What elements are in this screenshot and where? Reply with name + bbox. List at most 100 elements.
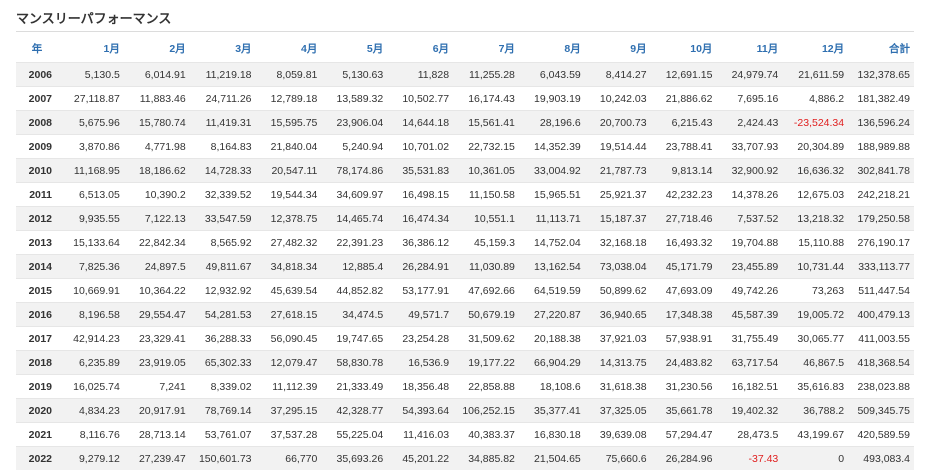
month-value-cell: 28,473.5: [716, 423, 782, 447]
month-value-cell: 31,755.49: [716, 327, 782, 351]
table-row: 201916,025.747,2418,339.0211,112.3921,33…: [16, 375, 914, 399]
month-value-cell: 15,187.37: [585, 207, 651, 231]
month-value-cell: 11,112.39: [256, 375, 322, 399]
month-value-cell: 36,788.2: [782, 399, 848, 423]
row-year-cell: 2006: [16, 63, 58, 87]
month-value-cell: 20,304.89: [782, 135, 848, 159]
row-total-cell: 511,447.54: [848, 279, 914, 303]
month-value-cell: 36,386.12: [387, 231, 453, 255]
table-row: 20218,116.7628,713.1453,761.0737,537.285…: [16, 423, 914, 447]
row-total-cell: 509,345.75: [848, 399, 914, 423]
month-value-cell: 39,639.08: [585, 423, 651, 447]
month-value-cell: 66,904.29: [519, 351, 585, 375]
row-year-cell: 2018: [16, 351, 58, 375]
month-value-cell: 34,474.5: [321, 303, 387, 327]
month-value-cell: 5,240.94: [321, 135, 387, 159]
month-value-cell: 10,242.03: [585, 87, 651, 111]
month-value-cell: 16,174.43: [453, 87, 519, 111]
month-value-cell: 27,482.32: [256, 231, 322, 255]
month-value-cell: 44,852.82: [321, 279, 387, 303]
month-value-cell: 45,639.54: [256, 279, 322, 303]
month-value-cell: 45,159.3: [453, 231, 519, 255]
month-value-cell: 65,302.33: [190, 351, 256, 375]
month-value-cell: 49,742.26: [716, 279, 782, 303]
month-value-cell: 26,284.91: [387, 255, 453, 279]
month-value-cell: 11,419.31: [190, 111, 256, 135]
month-value-cell: 16,493.32: [651, 231, 717, 255]
month-value-cell: 49,811.67: [190, 255, 256, 279]
month-value-cell: 6,513.05: [58, 183, 124, 207]
month-value-cell: 24,897.5: [124, 255, 190, 279]
month-value-cell: 75,660.6: [585, 447, 651, 470]
month-value-cell: 24,979.74: [716, 63, 782, 87]
month-value-cell: 6,043.59: [519, 63, 585, 87]
month-value-cell: 20,917.91: [124, 399, 190, 423]
table-row: 20229,279.1227,239.47150,601.7366,77035,…: [16, 447, 914, 470]
row-year-cell: 2017: [16, 327, 58, 351]
month-value-cell: 14,313.75: [585, 351, 651, 375]
month-value-cell: 64,519.59: [519, 279, 585, 303]
month-value-cell: 36,288.33: [190, 327, 256, 351]
table-row: 201510,669.9110,364.2212,932.9245,639.54…: [16, 279, 914, 303]
month-value-cell: 23,919.05: [124, 351, 190, 375]
row-year-cell: 2019: [16, 375, 58, 399]
month-value-cell: 35,531.83: [387, 159, 453, 183]
row-total-cell: 179,250.58: [848, 207, 914, 231]
month-value-cell: 24,711.26: [190, 87, 256, 111]
month-value-cell: 14,465.74: [321, 207, 387, 231]
row-year-cell: 2010: [16, 159, 58, 183]
month-value-cell: 13,162.54: [519, 255, 585, 279]
month-value-cell: 2,424.43: [716, 111, 782, 135]
table-row: 200727,118.8711,883.4624,711.2612,789.18…: [16, 87, 914, 111]
month-value-cell: 8,414.27: [585, 63, 651, 87]
month-value-cell: 10,551.1: [453, 207, 519, 231]
month-value-cell: 34,818.34: [256, 255, 322, 279]
month-value-cell: 33,707.93: [716, 135, 782, 159]
section-title: マンスリーパフォーマンス: [16, 8, 171, 27]
monthly-performance-table: 年 1月 2月 3月 4月 5月 6月 7月 8月 9月 10月 11月 12月…: [16, 34, 914, 470]
month-value-cell: 21,611.59: [782, 63, 848, 87]
month-value-cell: 30,065.77: [782, 327, 848, 351]
row-year-cell: 2022: [16, 447, 58, 470]
table-row: 20085,675.9615,780.7411,419.3115,595.752…: [16, 111, 914, 135]
month-value-cell: 15,965.51: [519, 183, 585, 207]
month-value-cell: 45,201.22: [387, 447, 453, 470]
table-row: 20093,870.864,771.988,164.8321,840.045,2…: [16, 135, 914, 159]
row-total-cell: 418,368.54: [848, 351, 914, 375]
month-value-cell: 22,391.23: [321, 231, 387, 255]
month-value-cell: 8,164.83: [190, 135, 256, 159]
month-value-cell: 8,339.02: [190, 375, 256, 399]
month-value-cell: 10,701.02: [387, 135, 453, 159]
month-value-cell: 55,225.04: [321, 423, 387, 447]
month-value-cell: 13,218.32: [782, 207, 848, 231]
month-value-cell: 45,171.79: [651, 255, 717, 279]
month-value-cell: 5,130.63: [321, 63, 387, 87]
month-value-cell: 78,174.86: [321, 159, 387, 183]
month-value-cell: 8,196.58: [58, 303, 124, 327]
month-value-cell: 0: [782, 447, 848, 470]
row-year-cell: 2014: [16, 255, 58, 279]
month-value-cell: 27,118.87: [58, 87, 124, 111]
month-value-cell: 46,867.5: [782, 351, 848, 375]
month-value-cell: 14,352.39: [519, 135, 585, 159]
month-value-cell: 32,168.18: [585, 231, 651, 255]
row-year-cell: 2008: [16, 111, 58, 135]
month-value-cell: 10,502.77: [387, 87, 453, 111]
month-value-cell: 22,858.88: [453, 375, 519, 399]
month-value-cell: 31,230.56: [651, 375, 717, 399]
month-value-cell: 29,554.47: [124, 303, 190, 327]
month-value-cell: 11,030.89: [453, 255, 519, 279]
month-value-cell: 31,509.62: [453, 327, 519, 351]
month-value-cell: 18,356.48: [387, 375, 453, 399]
month-value-cell: 24,483.82: [651, 351, 717, 375]
table-row: 201011,168.9518,186.6214,728.3320,547.11…: [16, 159, 914, 183]
column-header-year: 年: [16, 34, 58, 63]
month-value-cell: 14,644.18: [387, 111, 453, 135]
month-value-cell: 7,695.16: [716, 87, 782, 111]
month-value-cell: 16,182.51: [716, 375, 782, 399]
month-value-cell: 31,618.38: [585, 375, 651, 399]
month-value-cell: 10,669.91: [58, 279, 124, 303]
month-value-cell: 6,014.91: [124, 63, 190, 87]
month-value-cell: 11,883.46: [124, 87, 190, 111]
row-total-cell: 188,989.88: [848, 135, 914, 159]
